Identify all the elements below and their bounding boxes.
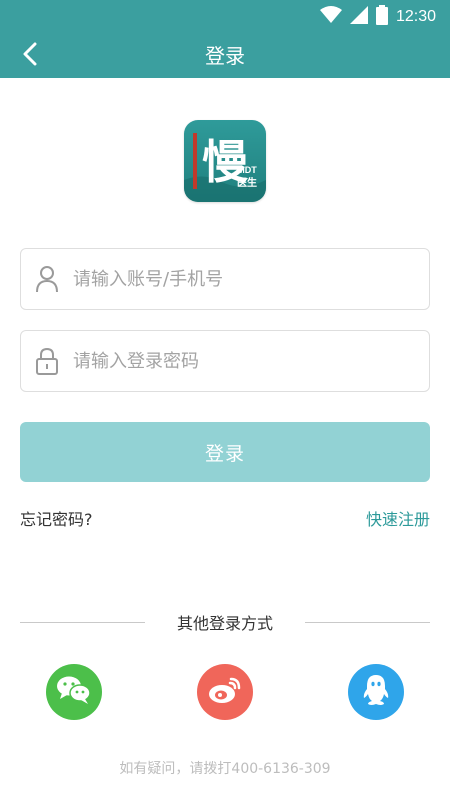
logo-badge-top: MDT	[237, 165, 257, 175]
battery-icon	[375, 5, 388, 29]
divider-left	[20, 622, 145, 623]
status-time: 12:30	[395, 8, 436, 25]
lock-icon	[21, 331, 73, 391]
weibo-login-button[interactable]	[197, 664, 253, 720]
password-input[interactable]	[73, 331, 429, 391]
account-field[interactable]	[20, 248, 430, 310]
weibo-icon	[207, 675, 243, 709]
wechat-icon	[56, 675, 92, 709]
password-field[interactable]	[20, 330, 430, 392]
page-title: 登录	[205, 44, 245, 68]
quick-register-link[interactable]: 快速注册	[366, 506, 430, 530]
account-input[interactable]	[73, 249, 429, 309]
divider-right	[305, 622, 430, 623]
app-bar: 登录	[0, 34, 450, 78]
login-button[interactable]: 登录	[20, 422, 430, 482]
qq-login-button[interactable]	[348, 664, 404, 720]
qq-icon	[361, 673, 391, 711]
support-hotline: 如有疑问，请拨打400-6136-309	[119, 761, 331, 777]
wechat-login-button[interactable]	[46, 664, 102, 720]
status-bar: 12:30	[0, 0, 450, 34]
user-icon	[21, 249, 73, 309]
wifi-icon	[319, 6, 342, 28]
signal-icon	[349, 6, 368, 28]
forgot-password-link[interactable]: 忘记密码?	[20, 506, 93, 530]
app-logo: 慢 MDT 医生	[184, 120, 266, 202]
other-login-label: 其他登录方式	[176, 614, 273, 633]
logo-badge-bottom: 医生	[237, 176, 257, 189]
status-icons: 12:30	[319, 5, 436, 29]
